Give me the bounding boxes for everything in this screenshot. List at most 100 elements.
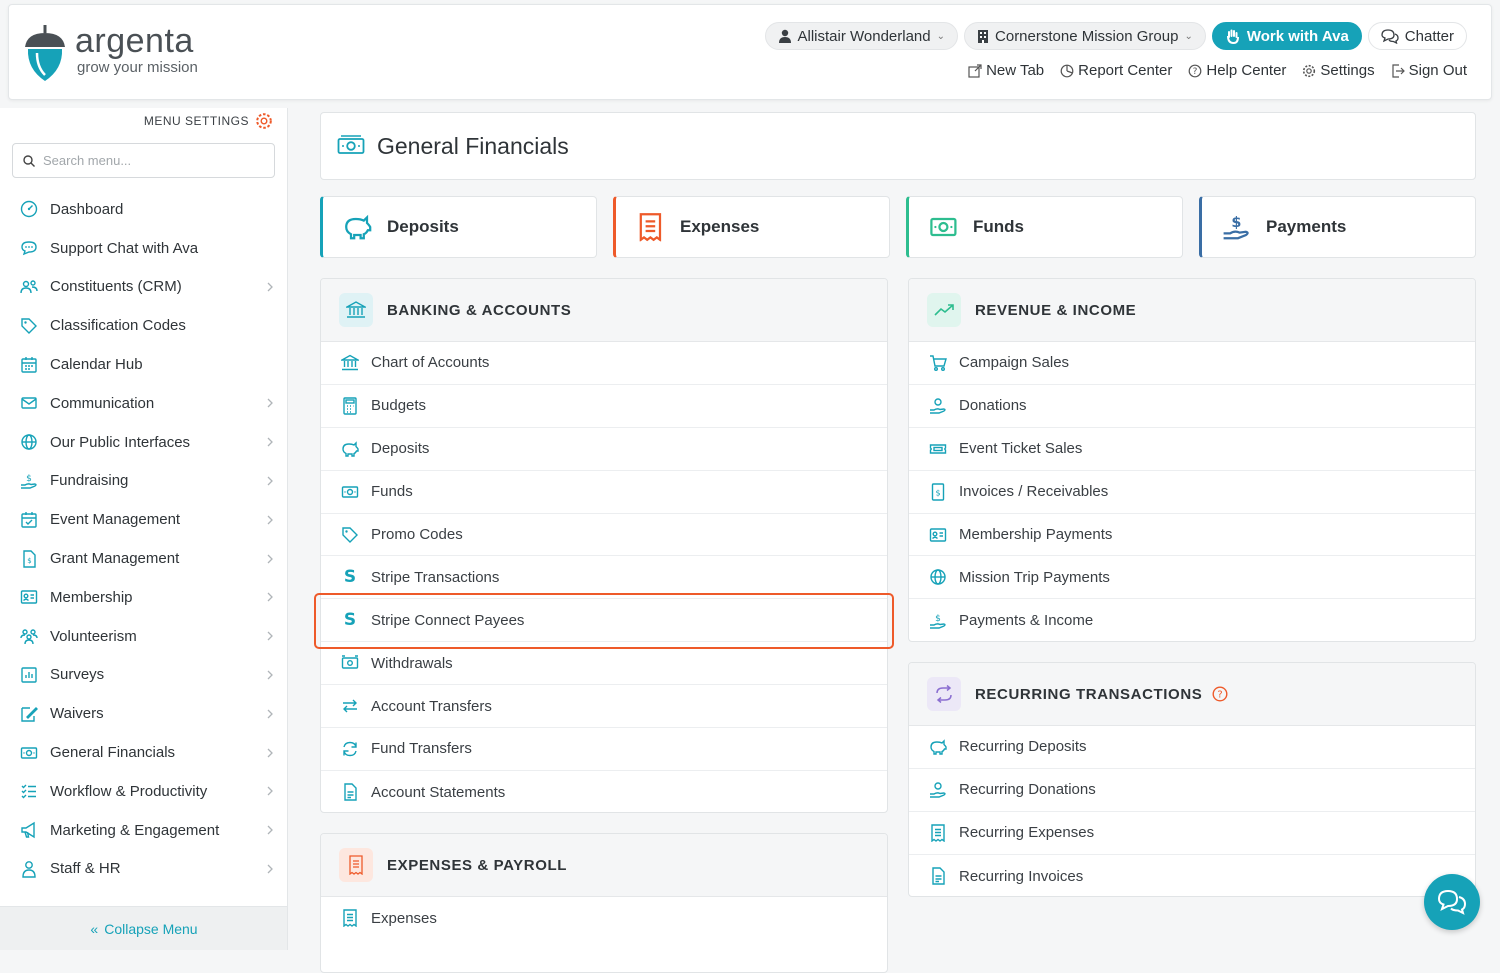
- link-account-transfers[interactable]: Account Transfers: [321, 685, 887, 729]
- link-funds[interactable]: Funds: [321, 471, 887, 514]
- sidebar-item-fundraising[interactable]: $ Fundraising: [0, 462, 287, 501]
- piggy-bank-icon: [343, 213, 391, 242]
- sign-out-icon: [1392, 63, 1405, 78]
- work-with-ava-button[interactable]: Work with Ava: [1211, 22, 1362, 50]
- new-tab-link[interactable]: New Tab: [968, 62, 1044, 79]
- sidebar-item-general-financials[interactable]: General Financials: [0, 733, 287, 772]
- sidebar-item-classification-codes[interactable]: Classification Codes: [0, 306, 287, 345]
- invoice-icon: $: [929, 482, 947, 501]
- link-expenses[interactable]: Expenses: [321, 897, 887, 940]
- hand-dollar-icon: $: [20, 472, 38, 490]
- quick-link-expenses[interactable]: Expenses: [613, 196, 890, 258]
- support-chat-button[interactable]: [1424, 874, 1480, 930]
- stripe-icon: S: [343, 567, 357, 588]
- repeat-icon: [927, 677, 961, 711]
- link-fund-transfers[interactable]: Fund Transfers: [321, 728, 887, 771]
- svg-text:$: $: [27, 557, 31, 565]
- money-icon: [337, 135, 365, 154]
- donation-icon: [929, 781, 947, 799]
- link-stripe-connect-payees[interactable]: S Stripe Connect Payees: [321, 599, 887, 643]
- link-recurring-donations[interactable]: Recurring Donations: [909, 769, 1475, 812]
- organization-menu-button[interactable]: Cornerstone Mission Group ⌄: [964, 22, 1206, 50]
- recurring-transactions-panel: RECURRING TRANSACTIONS ? Recurring Depos…: [908, 662, 1476, 897]
- link-label: Promo Codes: [371, 526, 463, 543]
- sidebar-item-volunteerism[interactable]: Volunteerism: [0, 617, 287, 656]
- sidebar-item-label: Grant Management: [50, 550, 180, 568]
- chevron-right-icon: [267, 748, 273, 758]
- event-icon: [20, 511, 38, 529]
- sidebar-item-our-public-interfaces[interactable]: Our Public Interfaces: [0, 423, 287, 462]
- acorn-logo-icon: [25, 25, 65, 81]
- link-recurring-expenses[interactable]: Recurring Expenses: [909, 812, 1475, 855]
- statement-icon: [341, 783, 359, 802]
- double-chevron-left-icon: «: [90, 920, 99, 937]
- link-recurring-deposits[interactable]: Recurring Deposits: [909, 726, 1475, 769]
- link-account-statements[interactable]: Account Statements: [321, 771, 887, 812]
- report-center-link[interactable]: Report Center: [1060, 62, 1172, 79]
- hand-dollar-icon: $: [929, 612, 947, 630]
- quick-link-label: Deposits: [387, 217, 459, 236]
- sign-out-link[interactable]: Sign Out: [1391, 62, 1467, 79]
- link-label: Campaign Sales: [959, 354, 1070, 372]
- link-membership-payments[interactable]: Membership Payments: [909, 514, 1475, 557]
- chevron-right-icon: [267, 282, 273, 292]
- link-payments-income[interactable]: $ Payments & Income: [909, 599, 1475, 641]
- expenses-payroll-panel: EXPENSES & PAYROLL Expenses: [320, 833, 888, 973]
- settings-label: Settings: [1320, 62, 1375, 79]
- sidebar-item-marketing-engagement[interactable]: Marketing & Engagement: [0, 811, 287, 850]
- link-budgets[interactable]: Budgets: [321, 385, 887, 428]
- link-invoices-receivables[interactable]: $ Invoices / Receivables: [909, 471, 1475, 514]
- chatter-button[interactable]: Chatter: [1367, 22, 1467, 50]
- sidebar-item-support-chat-with-ava[interactable]: Support Chat with Ava: [0, 229, 287, 268]
- sidebar-item-event-management[interactable]: Event Management: [0, 500, 287, 539]
- link-stripe-transactions[interactable]: S Stripe Transactions: [321, 556, 887, 600]
- sidebar-item-staff-hr[interactable]: Staff & HR: [0, 850, 287, 889]
- sidebar-item-workflow-productivity[interactable]: Workflow & Productivity: [0, 772, 287, 811]
- link-donations[interactable]: Donations: [909, 385, 1475, 428]
- link-deposits[interactable]: Deposits: [321, 428, 887, 471]
- search-menu-input[interactable]: [43, 153, 263, 168]
- bank-icon: [339, 293, 373, 327]
- settings-link[interactable]: Settings: [1302, 62, 1375, 79]
- search-icon: [23, 154, 35, 167]
- link-recurring-invoices[interactable]: Recurring Invoices: [909, 855, 1475, 896]
- chevron-right-icon: [267, 515, 273, 525]
- quick-link-label: Payments: [1266, 217, 1347, 236]
- chevron-down-icon: ⌄: [1184, 30, 1193, 42]
- brand-logo[interactable]: argenta grow your mission: [23, 23, 198, 83]
- link-label: Funds: [371, 483, 413, 501]
- sidebar-item-communication[interactable]: Communication: [0, 384, 287, 423]
- user-menu-button[interactable]: Allistair Wonderland ⌄: [764, 22, 959, 50]
- sidebar-item-surveys[interactable]: Surveys: [0, 656, 287, 695]
- link-mission-trip-payments[interactable]: Mission Trip Payments: [909, 556, 1475, 600]
- sidebar-item-waivers[interactable]: Waivers: [0, 694, 287, 733]
- hand-wave-icon: [1226, 29, 1239, 44]
- sidebar-item-label: Surveys: [50, 666, 105, 684]
- top-header: argenta grow your mission Allistair Wond…: [8, 4, 1492, 100]
- sidebar-item-constituents-crm[interactable]: Constituents (CRM): [0, 268, 287, 307]
- quick-link-funds[interactable]: Funds: [906, 196, 1183, 258]
- calculator-icon: [341, 397, 359, 415]
- sidebar-item-membership[interactable]: Membership: [0, 578, 287, 617]
- sidebar-item-label: Constituents (CRM): [50, 278, 182, 296]
- quick-link-payments[interactable]: $ Payments: [1199, 196, 1476, 258]
- link-event-ticket-sales[interactable]: Event Ticket Sales: [909, 428, 1475, 471]
- link-withdrawals[interactable]: Withdrawals: [321, 642, 887, 686]
- expenses-panel-header: EXPENSES & PAYROLL: [321, 834, 887, 897]
- menu-settings-button[interactable]: MENU SETTINGS: [144, 112, 273, 130]
- collapse-menu-button[interactable]: « Collapse Menu: [0, 906, 287, 950]
- receipt-icon: [929, 824, 947, 842]
- link-chart-of-accounts[interactable]: Chart of Accounts: [321, 342, 887, 385]
- menu-search[interactable]: [12, 143, 275, 178]
- link-promo-codes[interactable]: Promo Codes: [321, 514, 887, 557]
- gear-icon: [256, 113, 272, 129]
- help-circle-icon[interactable]: ?: [1212, 686, 1228, 702]
- sidebar-item-grant-management[interactable]: $ Grant Management: [0, 539, 287, 578]
- sidebar-item-dashboard[interactable]: Dashboard: [0, 190, 287, 229]
- sign-out-label: Sign Out: [1408, 62, 1467, 79]
- quick-link-deposits[interactable]: Deposits: [320, 196, 597, 258]
- link-campaign-sales[interactable]: Campaign Sales: [909, 342, 1475, 385]
- sidebar-item-calendar-hub[interactable]: Calendar Hub: [0, 345, 287, 384]
- donation-icon: [929, 397, 947, 415]
- help-center-link[interactable]: ? Help Center: [1188, 62, 1286, 79]
